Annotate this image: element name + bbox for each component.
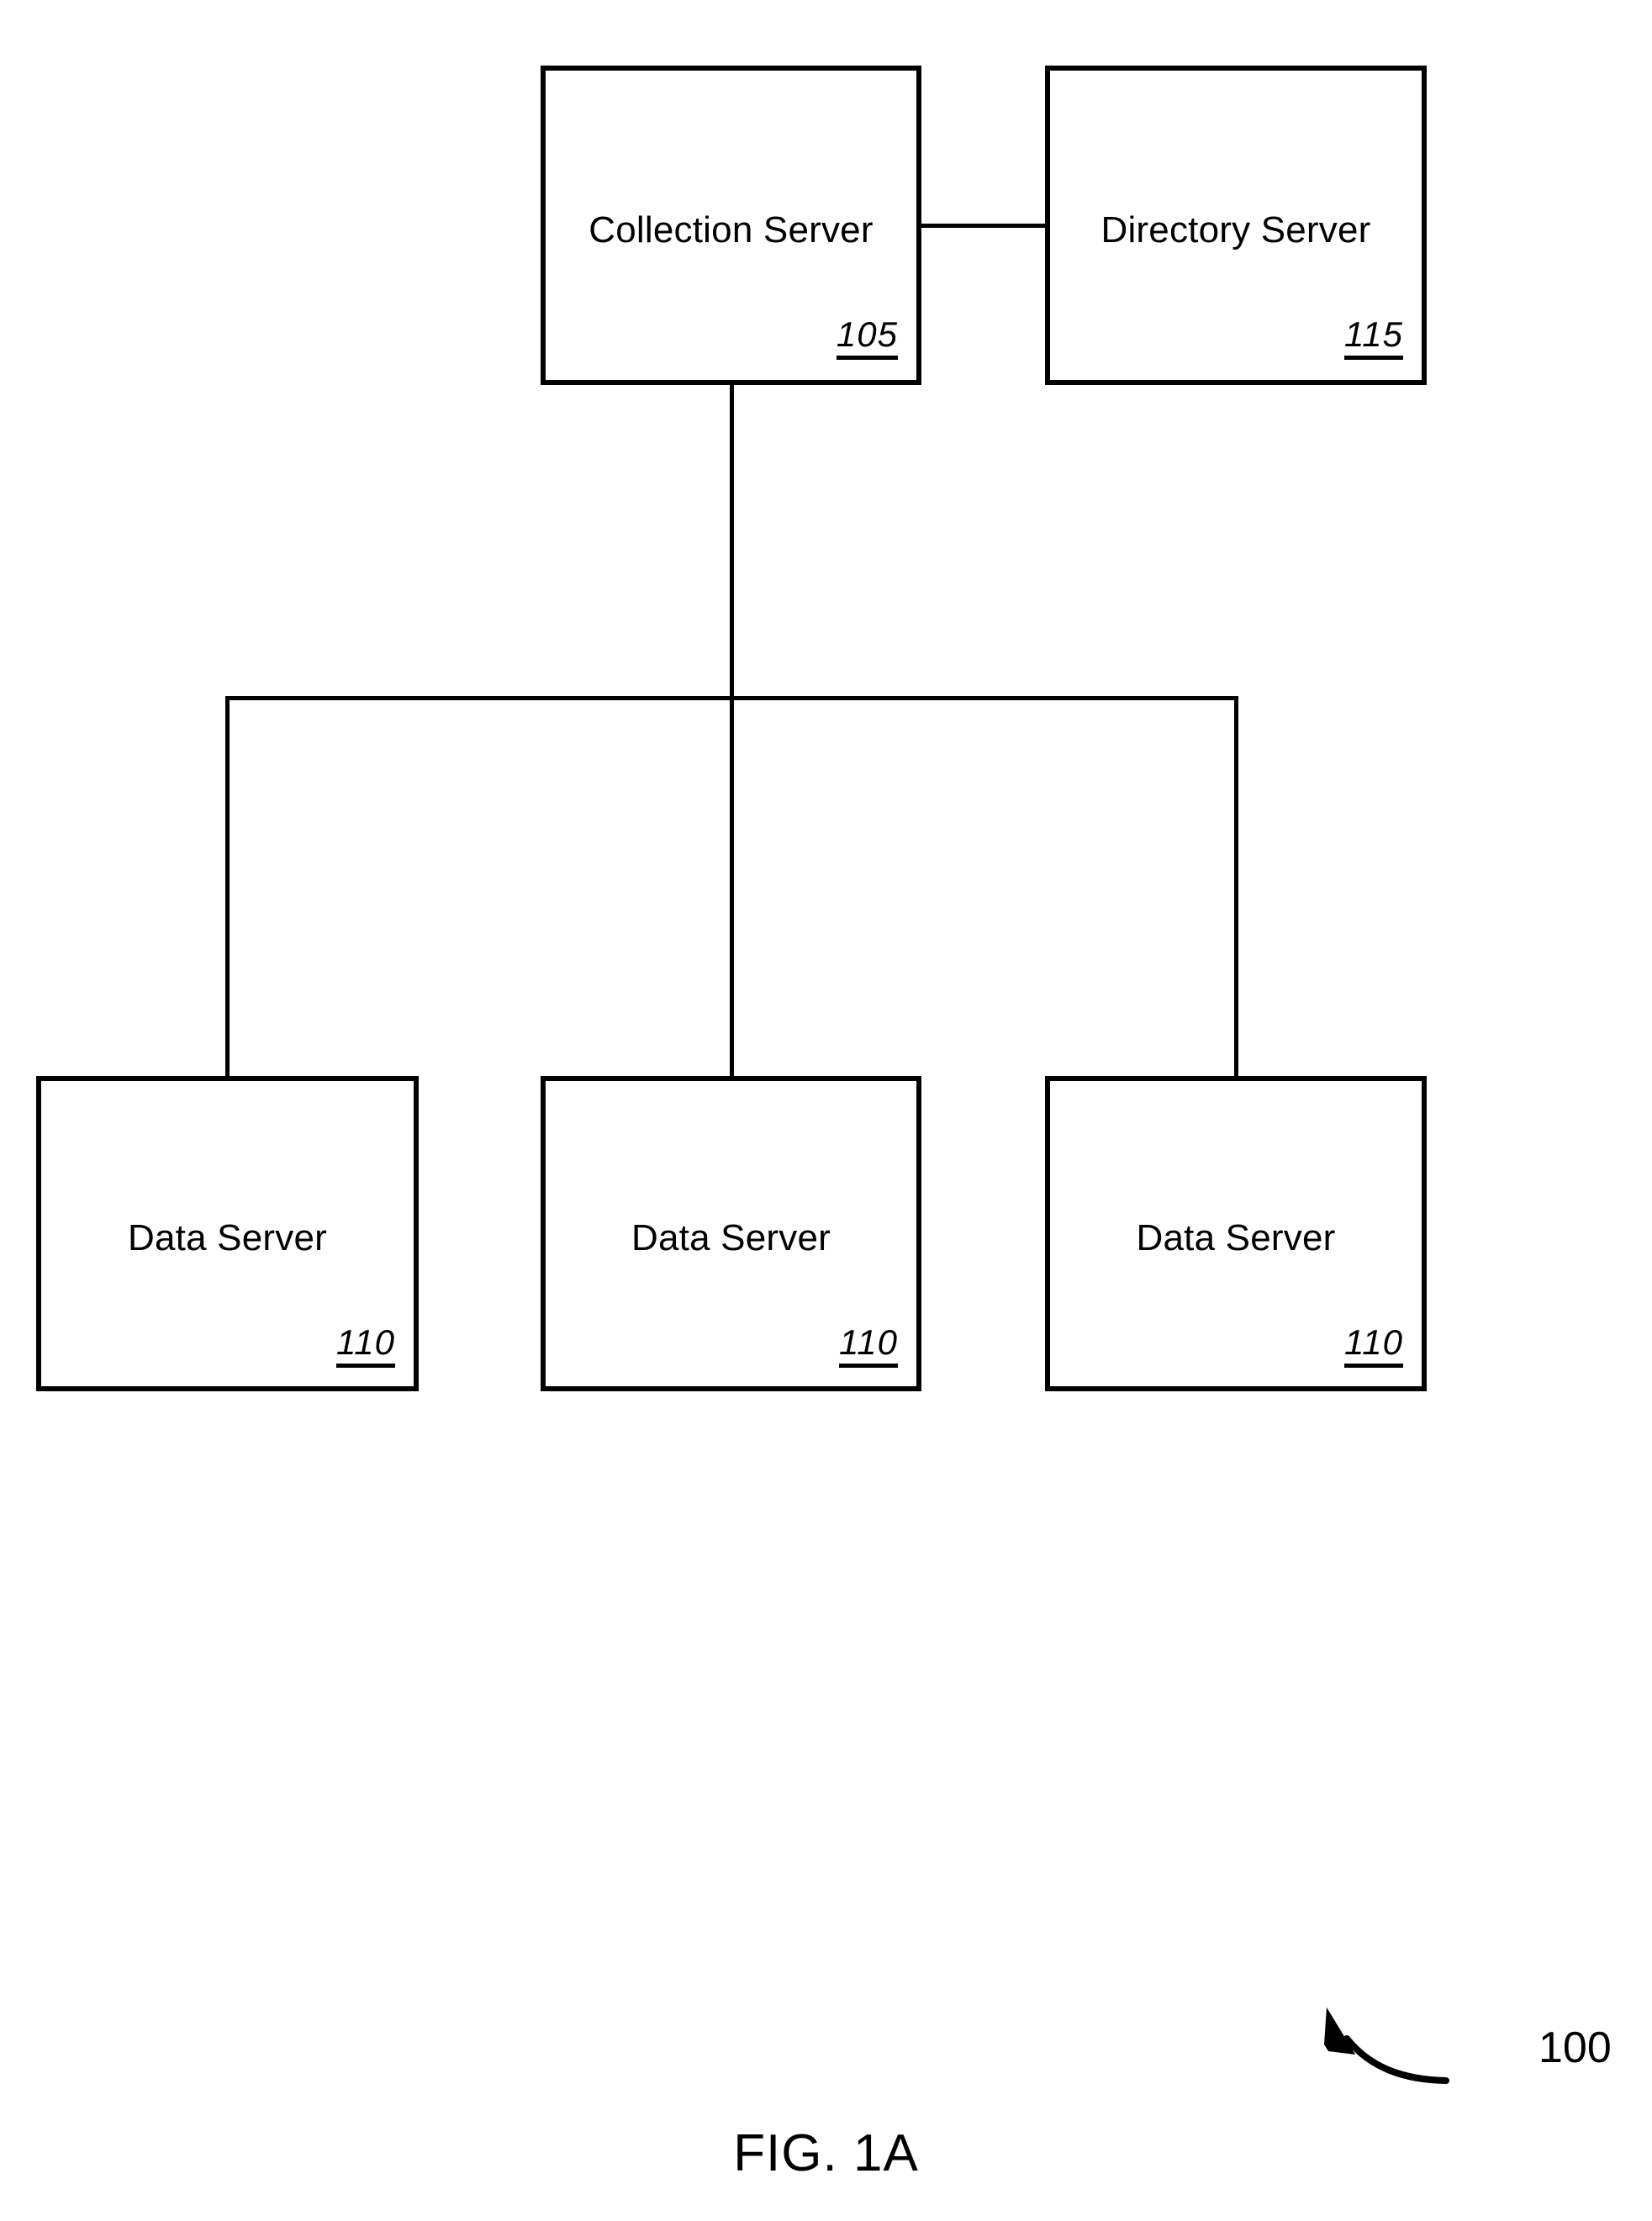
node-data-server-left-reference: 110 <box>336 1325 395 1368</box>
connector-collection-to-bus <box>730 383 734 700</box>
node-collection-server-reference: 105 <box>836 317 898 360</box>
node-data-server-center-label: Data Server <box>631 1217 831 1258</box>
node-directory-server-label: Directory Server <box>1100 209 1371 251</box>
connector-collection-to-directory <box>920 224 1047 228</box>
node-data-server-left[interactable]: Data Server 110 <box>36 1076 419 1391</box>
node-data-server-right[interactable]: Data Server 110 <box>1045 1076 1427 1391</box>
node-data-server-right-label: Data Server <box>1136 1217 1336 1258</box>
system-callout-arrow-icon <box>1324 2007 1449 2084</box>
connector-bus-to-data-server-right <box>1234 696 1238 1078</box>
node-data-server-right-reference: 110 <box>1344 1325 1403 1368</box>
node-directory-server[interactable]: Directory Server 115 <box>1045 66 1427 385</box>
node-directory-server-reference: 115 <box>1344 317 1403 360</box>
figure-caption: FIG. 1A <box>733 2124 919 2182</box>
node-collection-server[interactable]: Collection Server 105 <box>541 66 921 385</box>
connector-bus-to-data-server-center <box>730 696 734 1078</box>
system-reference-number: 100 <box>1539 2023 1612 2072</box>
node-data-server-center[interactable]: Data Server 110 <box>541 1076 921 1391</box>
node-data-server-center-reference: 110 <box>839 1325 898 1368</box>
node-data-server-left-label: Data Server <box>128 1217 327 1258</box>
connector-bus-to-data-server-left <box>225 696 230 1078</box>
patent-figure-1a: Collection Server 105 Directory Server 1… <box>0 0 1652 2221</box>
node-collection-server-label: Collection Server <box>588 209 874 251</box>
